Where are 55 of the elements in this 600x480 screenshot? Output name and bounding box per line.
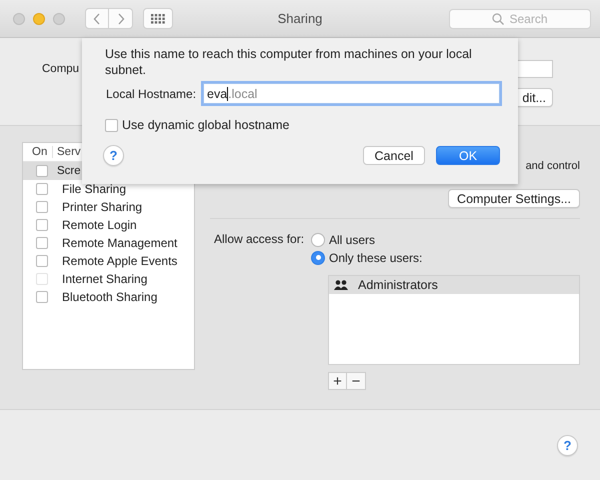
remove-button[interactable]: − bbox=[347, 372, 366, 390]
service-name: Bluetooth Sharing bbox=[62, 290, 158, 304]
group-icon bbox=[334, 280, 348, 290]
service-name: Scre bbox=[57, 165, 81, 177]
checkbox-label: Use dynamic global hostname bbox=[122, 118, 290, 132]
hostname-field[interactable]: eva.local bbox=[203, 83, 500, 104]
radio-label: All users bbox=[329, 232, 376, 246]
service-name: Remote Apple Events bbox=[62, 254, 178, 268]
computer-name-label: Compu bbox=[42, 63, 80, 75]
zoom-button[interactable] bbox=[53, 12, 65, 24]
service-name: File Sharing bbox=[62, 182, 126, 196]
service-row[interactable]: Remote Login bbox=[23, 216, 194, 234]
service-row[interactable]: Bluetooth Sharing bbox=[23, 288, 194, 306]
column-header[interactable]: Serv bbox=[52, 146, 81, 158]
add-button[interactable]: + bbox=[328, 372, 347, 390]
forward-button[interactable] bbox=[109, 8, 133, 29]
service-checkbox[interactable] bbox=[36, 219, 48, 231]
user-row[interactable]: Administrators bbox=[329, 276, 579, 294]
service-name: Remote Login bbox=[62, 218, 137, 232]
service-name: Printer Sharing bbox=[62, 200, 142, 214]
show-all-button[interactable] bbox=[143, 8, 173, 29]
service-checkbox[interactable] bbox=[36, 255, 48, 267]
search-icon bbox=[492, 12, 504, 24]
service-checkbox[interactable] bbox=[36, 291, 48, 303]
radio-button[interactable] bbox=[311, 250, 325, 264]
service-name: Remote Management bbox=[62, 236, 178, 250]
access-label: Allow access for: bbox=[214, 232, 306, 247]
service-row[interactable]: Remote Apple Events bbox=[23, 252, 194, 270]
hostname-label: Local Hostname: bbox=[105, 86, 198, 100]
window-title: Sharing bbox=[278, 11, 322, 26]
close-button[interactable] bbox=[13, 12, 25, 24]
radio-label: Only these users: bbox=[329, 250, 422, 264]
cancel-button[interactable]: Cancel bbox=[363, 146, 425, 165]
service-row[interactable]: Printer Sharing bbox=[23, 198, 194, 216]
grid-icon bbox=[151, 14, 165, 24]
minimize-button[interactable] bbox=[33, 12, 45, 24]
service-name: Internet Sharing bbox=[62, 272, 148, 286]
help-button[interactable]: ? bbox=[103, 145, 124, 166]
column-header[interactable]: On bbox=[23, 146, 52, 158]
chevron-right-icon bbox=[116, 12, 124, 24]
service-row[interactable]: File Sharing bbox=[23, 180, 194, 198]
service-checkbox[interactable] bbox=[36, 183, 48, 195]
computer-settings-button[interactable]: Computer Settings... bbox=[448, 189, 580, 208]
radio-button[interactable] bbox=[311, 232, 325, 246]
checkbox[interactable] bbox=[105, 118, 118, 132]
service-checkbox[interactable] bbox=[36, 165, 48, 177]
service-checkbox[interactable] bbox=[36, 237, 48, 249]
chevron-left-icon bbox=[93, 12, 101, 24]
ok-button[interactable]: OK bbox=[436, 146, 500, 165]
service-description: and control bbox=[526, 160, 580, 172]
help-button[interactable]: ? bbox=[557, 434, 578, 456]
back-button[interactable] bbox=[85, 8, 109, 29]
service-row[interactable]: Remote Management bbox=[23, 234, 194, 252]
sheet-message: Use this name to reach this computer from machines on your local subnet. bbox=[105, 46, 473, 78]
service-checkbox[interactable] bbox=[36, 201, 48, 213]
